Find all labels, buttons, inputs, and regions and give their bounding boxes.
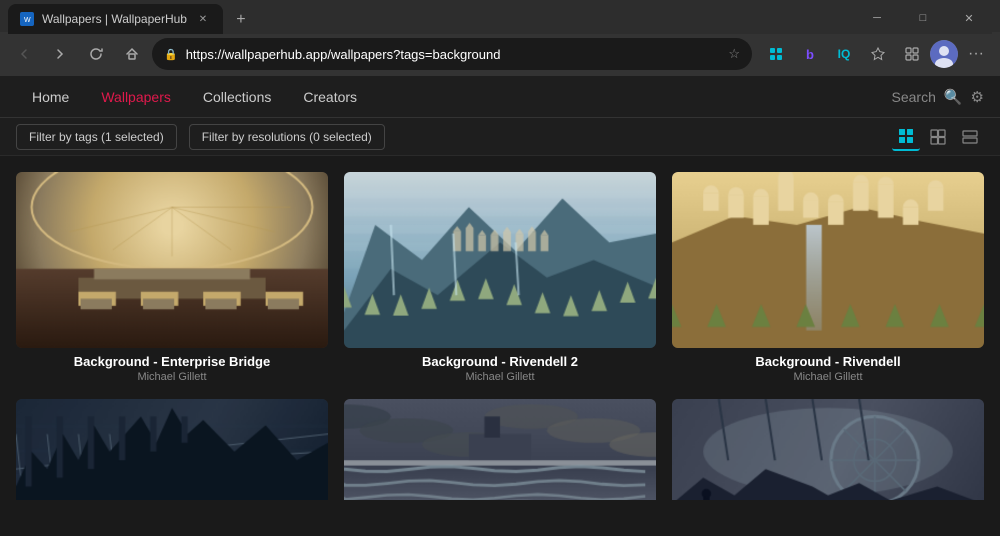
wallpaper-item-3[interactable]: Background - Death Star Ruins 3 Star War… [16,399,328,501]
tags-filter-button[interactable]: Filter by tags (1 selected) [16,124,177,150]
title-bar: W Wallpapers | WallpaperHub ✕ + ─ □ ✕ [0,0,1000,32]
grid-view-button[interactable] [892,123,920,151]
wallpaper-author-1: Michael Gillett [344,371,656,383]
filter-bar: Filter by tags (1 selected) Filter by re… [0,118,1000,156]
nav-wallpapers[interactable]: Wallpapers [85,76,187,118]
home-button[interactable] [116,38,148,70]
search-label: Search [892,89,936,105]
settings-icon[interactable]: ⚙ [971,88,984,106]
tab-title: Wallpapers | WallpaperHub [42,12,187,26]
nav-home[interactable]: Home [16,76,85,118]
list-view-button[interactable] [956,123,984,151]
wallpaper-item-4[interactable]: Background - Death Star Ruins 2 Star War… [344,399,656,501]
wallpaper-item-1[interactable]: Background - Rivendell 2 Michael Gillett [344,172,656,383]
window-controls: ─ □ ✕ [854,2,992,34]
iq-button[interactable]: IQ [828,38,860,70]
toolbar-right: b IQ ··· [760,38,992,70]
view-toggles [892,123,984,151]
svg-text:W: W [24,17,31,24]
url-text: https://wallpaperhub.app/wallpapers?tags… [186,47,721,62]
wallpaper-thumb-0 [16,172,328,348]
back-button[interactable] [8,38,40,70]
address-bar: 🔒 https://wallpaperhub.app/wallpapers?ta… [0,32,1000,76]
refresh-button[interactable] [80,38,112,70]
lock-icon: 🔒 [164,48,178,61]
favorites-button[interactable] [862,38,894,70]
more-button[interactable]: ··· [960,38,992,70]
wallpaper-author-0: Michael Gillett [16,371,328,383]
nav-creators[interactable]: Creators [287,76,373,118]
forward-button[interactable] [44,38,76,70]
thumb-canvas-4 [344,399,656,501]
thumb-canvas-2 [672,172,984,348]
wallpaper-thumb-5 [672,399,984,501]
wallpaper-author-2: Michael Gillett [672,371,984,383]
tab-close-button[interactable]: ✕ [195,11,211,27]
thumb-canvas-5 [672,399,984,501]
large-grid-button[interactable] [924,123,952,151]
wallpaper-thumb-2 [672,172,984,348]
wallpaper-item-5[interactable]: Background - Death Star Ruins Star Wars [672,399,984,501]
wallpaper-grid: Background - Enterprise Bridge Michael G… [0,156,1000,500]
search-icon[interactable]: 🔍 [944,88,963,106]
wallpaper-item-2[interactable]: Background - Rivendell Michael Gillett [672,172,984,383]
maximize-button[interactable]: □ [900,2,946,34]
browser-tab[interactable]: W Wallpapers | WallpaperHub ✕ [8,4,223,34]
thumb-canvas-3 [16,399,328,501]
address-input[interactable]: 🔒 https://wallpaperhub.app/wallpapers?ta… [152,38,752,70]
wallpaper-thumb-1 [344,172,656,348]
extensions-button[interactable] [760,38,792,70]
nav-action-icons: 🔍 ⚙ [944,88,984,106]
wallpaper-title-0: Background - Enterprise Bridge [16,354,328,369]
add-favorite-icon[interactable]: ☆ [728,46,740,62]
collections-button[interactable] [896,38,928,70]
sidebar-button[interactable]: b [794,38,826,70]
wallpaper-thumb-4 [344,399,656,501]
new-tab-button[interactable]: + [227,6,255,34]
minimize-button[interactable]: ─ [854,2,900,34]
site-container: Home Wallpapers Collections Creators Sea… [0,76,1000,500]
close-button[interactable]: ✕ [946,2,992,34]
nav-search: Search 🔍 ⚙ [892,88,985,106]
address-actions: ☆ [728,46,740,62]
thumb-canvas-1 [344,172,656,348]
site-nav: Home Wallpapers Collections Creators Sea… [0,76,1000,118]
thumb-canvas-0 [16,172,328,348]
wallpaper-title-2: Background - Rivendell [672,354,984,369]
nav-links: Home Wallpapers Collections Creators [16,76,892,118]
nav-collections[interactable]: Collections [187,76,287,118]
wallpaper-item-0[interactable]: Background - Enterprise Bridge Michael G… [16,172,328,383]
resolutions-filter-button[interactable]: Filter by resolutions (0 selected) [189,124,385,150]
profile-avatar[interactable] [930,40,958,68]
tab-favicon: W [20,12,34,26]
wallpaper-thumb-3 [16,399,328,501]
wallpaper-title-1: Background - Rivendell 2 [344,354,656,369]
